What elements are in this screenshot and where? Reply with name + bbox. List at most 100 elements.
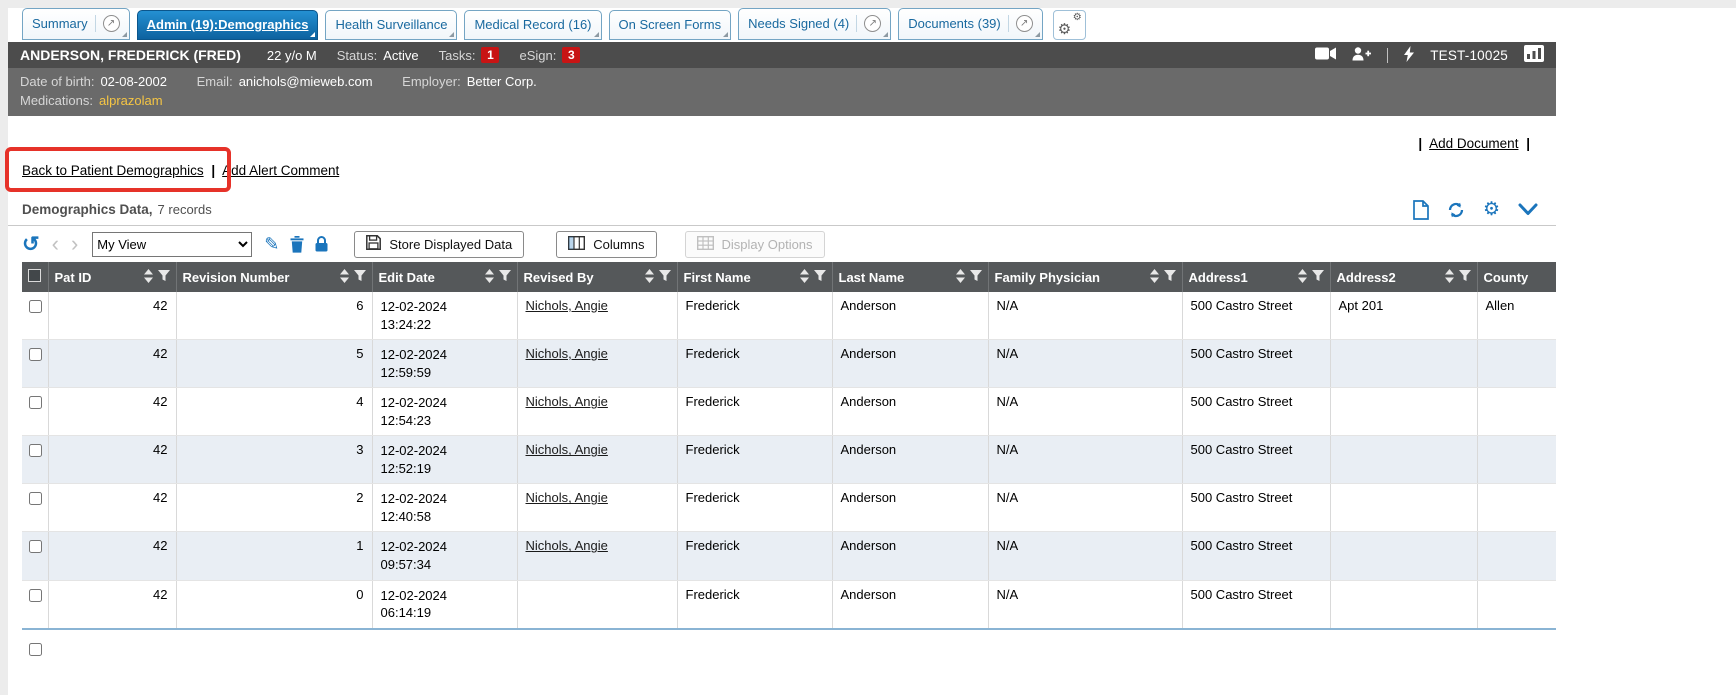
revised-by-link[interactable]: Nichols, Angie <box>526 490 608 505</box>
edit-date: 12-02-2024 <box>381 346 509 364</box>
column-header-edit-date[interactable]: Edit Date <box>372 262 517 292</box>
row-checkbox[interactable] <box>29 492 42 505</box>
column-header-county[interactable]: County <box>1477 262 1556 292</box>
tab-settings-button[interactable]: ⚙ ⚙ <box>1053 10 1086 40</box>
lightning-bolt-icon[interactable] <box>1404 46 1414 65</box>
delete-trash-icon[interactable] <box>290 236 304 253</box>
tasks-badge[interactable]: 1 <box>481 47 499 63</box>
partial-next-row <box>8 630 1556 661</box>
row-checkbox[interactable] <box>29 300 42 313</box>
lock-icon[interactable] <box>315 236 328 252</box>
select-all-checkbox[interactable] <box>28 269 41 282</box>
chevron-down-icon[interactable] <box>1518 203 1538 216</box>
revised-by-link[interactable]: Nichols, Angie <box>526 394 608 409</box>
settings-gear-icon[interactable]: ⚙ <box>1483 200 1500 219</box>
tab-medical-record[interactable]: Medical Record (16) <box>464 10 601 40</box>
add-person-icon[interactable] <box>1352 47 1371 64</box>
cell-revision-number: 1 <box>176 532 372 580</box>
cell-edit-date: 12-02-202412:59:59 <box>372 340 517 388</box>
column-label: Edit Date <box>379 270 480 285</box>
edit-pencil-icon[interactable]: ✎ <box>264 235 279 253</box>
popout-icon[interactable]: ↗ <box>1016 15 1033 32</box>
popout-icon[interactable]: ↗ <box>864 15 881 32</box>
cell-pat-id: 42 <box>48 436 176 484</box>
sort-icon[interactable] <box>485 269 494 286</box>
column-header-last-name[interactable]: Last Name <box>832 262 988 292</box>
filter-icon[interactable] <box>158 270 170 285</box>
sort-icon[interactable] <box>1445 269 1454 286</box>
revised-by-link[interactable]: Nichols, Angie <box>526 538 608 553</box>
filter-icon[interactable] <box>1459 270 1471 285</box>
row-checkbox[interactable] <box>29 348 42 361</box>
tab-admin-demographics[interactable]: Admin (19):Demographics <box>137 10 319 40</box>
sort-icon[interactable] <box>1150 269 1159 286</box>
sort-icon[interactable] <box>144 269 153 286</box>
sort-icon[interactable] <box>800 269 809 286</box>
popout-icon[interactable]: ↗ <box>103 15 120 32</box>
column-header-family-physician[interactable]: Family Physician <box>988 262 1182 292</box>
medications-label: Medications: <box>20 93 93 108</box>
tab-summary[interactable]: Summary ↗ <box>22 8 130 40</box>
refresh-icon[interactable] <box>1447 201 1465 219</box>
cell-revised-by: Nichols, Angie <box>517 532 677 580</box>
column-label: Family Physician <box>995 270 1145 285</box>
undo-icon[interactable]: ↺ <box>22 234 40 255</box>
cell-edit-date: 12-02-202406:14:19 <box>372 580 517 629</box>
esign-badge[interactable]: 3 <box>562 47 580 63</box>
column-header-revised-by[interactable]: Revised By <box>517 262 677 292</box>
column-header-address1[interactable]: Address1 <box>1182 262 1330 292</box>
cell-family-physician: N/A <box>988 340 1182 388</box>
revised-by-link[interactable]: Nichols, Angie <box>526 442 608 457</box>
cell-address1: 500 Castro Street <box>1182 532 1330 580</box>
column-label: Address1 <box>1189 270 1293 285</box>
revised-by-link[interactable]: Nichols, Angie <box>526 346 608 361</box>
tab-health-surveillance[interactable]: Health Surveillance <box>325 10 457 40</box>
video-camera-icon[interactable] <box>1315 47 1336 63</box>
cell-address1: 500 Castro Street <box>1182 484 1330 532</box>
sort-icon[interactable] <box>645 269 654 286</box>
row-checkbox[interactable] <box>29 540 42 553</box>
new-document-icon[interactable] <box>1413 200 1429 220</box>
add-alert-comment-link[interactable]: Add Alert Comment <box>222 163 339 178</box>
filter-icon[interactable] <box>1312 270 1324 285</box>
columns-button[interactable]: Columns <box>556 231 656 258</box>
filter-icon[interactable] <box>814 270 826 285</box>
row-checkbox[interactable] <box>29 589 42 602</box>
row-checkbox[interactable] <box>29 444 42 457</box>
tab-on-screen-forms[interactable]: On Screen Forms <box>609 10 732 40</box>
cell-first-name: Frederick <box>677 532 832 580</box>
column-header-address2[interactable]: Address2 <box>1330 262 1477 292</box>
medications-value[interactable]: alprazolam <box>99 93 163 108</box>
row-checkbox[interactable] <box>29 643 42 656</box>
filter-icon[interactable] <box>1164 270 1176 285</box>
next-view-icon: › <box>71 233 78 255</box>
email-label: Email: <box>197 74 233 89</box>
add-document-link[interactable]: Add Document <box>1429 136 1518 151</box>
column-label: Revision Number <box>183 270 335 285</box>
column-header-first-name[interactable]: First Name <box>677 262 832 292</box>
row-checkbox[interactable] <box>29 396 42 409</box>
sort-icon[interactable] <box>340 269 349 286</box>
tab-needs-signed[interactable]: Needs Signed (4) ↗ <box>738 8 891 40</box>
sort-icon[interactable] <box>956 269 965 286</box>
tab-documents[interactable]: Documents (39) ↗ <box>898 8 1042 40</box>
tab-label: Health Surveillance <box>335 17 447 32</box>
cell-first-name: Frederick <box>677 484 832 532</box>
bar-chart-icon[interactable] <box>1524 45 1544 65</box>
select-all-header[interactable] <box>22 262 48 292</box>
cell-county <box>1477 340 1556 388</box>
back-to-patient-demographics-link[interactable]: Back to Patient Demographics <box>22 163 204 178</box>
cell-address2 <box>1330 436 1477 484</box>
store-displayed-data-button[interactable]: Store Displayed Data <box>354 231 524 258</box>
view-select[interactable]: My View <box>92 232 252 257</box>
sort-icon[interactable] <box>1298 269 1307 286</box>
revised-by-link[interactable]: Nichols, Angie <box>526 298 608 313</box>
filter-icon[interactable] <box>354 270 366 285</box>
cell-address2 <box>1330 484 1477 532</box>
filter-icon[interactable] <box>659 270 671 285</box>
column-header-revision-number[interactable]: Revision Number <box>176 262 372 292</box>
filter-icon[interactable] <box>499 270 511 285</box>
column-header-pat-id[interactable]: Pat ID <box>48 262 176 292</box>
filter-icon[interactable] <box>970 270 982 285</box>
cell-revision-number: 0 <box>176 580 372 629</box>
